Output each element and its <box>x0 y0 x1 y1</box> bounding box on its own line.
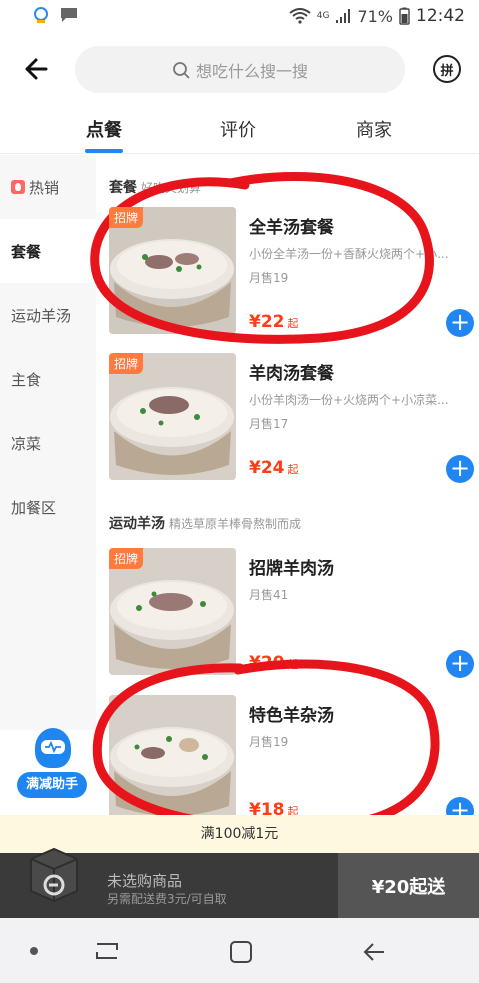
food-description: 小份全羊汤一份+香酥火烧两个+小... <box>249 247 449 261</box>
recent-apps-icon[interactable] <box>95 940 119 962</box>
fire-icon <box>11 180 25 194</box>
section-subtitle: 精选草原羊棒骨熬制而成 <box>169 517 302 531</box>
back-nav-icon[interactable] <box>362 940 386 964</box>
wifi-icon <box>289 8 311 24</box>
sidebar-item-label: 加餐区 <box>11 498 57 517</box>
category-sidebar: 热销 套餐 运动羊汤 主食 凉菜 加餐区 <box>0 155 96 730</box>
cart-bar: 未选购商品 另需配送费3元/可自取 ¥20起送 <box>0 847 479 918</box>
menu-item[interactable]: 招牌 全羊汤套餐 小份全羊汤一份+香酥火烧两个+小... 月售19 ¥22 起 + <box>109 207 474 337</box>
sidebar-item-mutton-soup[interactable]: 运动羊汤 <box>0 283 96 347</box>
tab-indicator <box>85 149 123 153</box>
signal-icon <box>336 9 351 23</box>
assistant-icon <box>34 7 48 23</box>
delivery-fee-note: 另需配送费3元/可自取 <box>107 892 227 906</box>
cart-status: 未选购商品 <box>107 872 183 890</box>
home-icon[interactable] <box>229 940 253 964</box>
sidebar-item-extras[interactable]: 加餐区 <box>0 475 96 539</box>
sidebar-item-label: 热销 <box>29 178 60 197</box>
status-bar: 4G 71% 12:42 <box>0 0 479 34</box>
food-name: 特色羊杂汤 <box>249 706 334 726</box>
sidebar-item-combo[interactable]: 套餐 <box>0 219 96 283</box>
back-arrow-icon[interactable] <box>22 54 52 84</box>
food-name: 全羊汤套餐 <box>249 218 334 238</box>
menu-list: 套餐 好吃又划算 招牌 全羊汤套餐 小份全羊汤一份+香酥火烧两个+小... 月售1… <box>96 155 479 815</box>
sidebar-item-label: 套餐 <box>11 242 42 261</box>
section-title: 套餐 <box>109 180 137 196</box>
helper-label: 满减助手 <box>17 772 87 798</box>
clock: 12:42 <box>416 6 465 26</box>
tab-merchant[interactable]: 商家 <box>356 116 392 142</box>
signature-badge: 招牌 <box>109 353 144 374</box>
monthly-sales: 月售19 <box>249 735 289 749</box>
network-type: 4G <box>316 11 330 21</box>
monthly-sales: 月售17 <box>249 417 289 431</box>
system-nav-bar <box>0 918 479 983</box>
search-placeholder: 想吃什么搜一搜 <box>195 61 308 81</box>
header: 想吃什么搜一搜 拼 <box>0 34 479 104</box>
food-photo[interactable] <box>109 695 236 815</box>
add-to-cart-button[interactable]: + <box>446 797 474 815</box>
battery-icon <box>399 7 410 25</box>
add-to-cart-button[interactable]: + <box>446 309 474 337</box>
menu-item[interactable]: 招牌 羊肉汤套餐 小份羊肉汤一份+火烧两个+小凉菜... 月售17 ¥24 起 + <box>109 353 474 483</box>
sidebar-item-cold-dishes[interactable]: 凉菜 <box>0 411 96 475</box>
food-name: 招牌羊肉汤 <box>249 559 334 579</box>
robot-icon <box>35 728 71 768</box>
soup-bowl-image <box>109 695 236 815</box>
search-icon <box>173 61 190 79</box>
food-photo[interactable]: 招牌 <box>109 207 236 334</box>
price: ¥22 起 <box>249 312 299 332</box>
signature-badge: 招牌 <box>109 548 144 569</box>
food-name: 羊肉汤套餐 <box>249 364 334 384</box>
section-subtitle: 好吃又划算 <box>141 181 202 195</box>
sidebar-item-label: 主食 <box>11 370 42 389</box>
signature-badge: 招牌 <box>109 207 144 228</box>
price: ¥24 起 <box>249 458 299 478</box>
tab-reviews[interactable]: 评价 <box>220 116 256 142</box>
section-header-combo: 套餐 好吃又划算 <box>109 177 201 197</box>
price: ¥20 起 <box>249 653 299 673</box>
battery-percent: 71% <box>357 6 393 26</box>
monthly-sales: 月售19 <box>249 271 289 285</box>
min-order-button[interactable]: ¥20起送 <box>338 853 479 918</box>
sidebar-item-label: 运动羊汤 <box>11 306 72 325</box>
menu-item[interactable]: 特色羊杂汤 月售19 ¥18 起 + <box>109 695 474 815</box>
food-photo[interactable]: 招牌 <box>109 353 236 480</box>
tab-bar: 点餐 评价 商家 <box>0 104 479 154</box>
add-to-cart-button[interactable]: + <box>446 455 474 483</box>
sidebar-item-label: 凉菜 <box>11 434 42 453</box>
section-title: 运动羊汤 <box>109 516 165 532</box>
nav-dot-icon[interactable] <box>30 947 38 955</box>
monthly-sales: 月售41 <box>249 588 289 602</box>
sidebar-item-staple[interactable]: 主食 <box>0 347 96 411</box>
food-description: 小份羊肉汤一份+火烧两个+小凉菜... <box>249 393 449 407</box>
discount-helper[interactable]: 满减助手 <box>17 728 87 800</box>
add-to-cart-button[interactable]: + <box>446 650 474 678</box>
section-header-mutton-soup: 运动羊汤 精选草原羊棒骨熬制而成 <box>109 513 301 533</box>
tab-order[interactable]: 点餐 <box>86 116 122 142</box>
food-photo[interactable]: 招牌 <box>109 548 236 675</box>
price: ¥18 起 <box>249 800 299 815</box>
sidebar-item-hot[interactable]: 热销 <box>0 155 96 219</box>
menu-item[interactable]: 招牌 招牌羊肉汤 月售41 ¥20 起 + <box>109 548 474 678</box>
search-input[interactable]: 想吃什么搜一搜 <box>75 46 405 93</box>
message-icon <box>61 8 77 22</box>
cart-box-icon[interactable] <box>25 841 83 903</box>
group-order-button[interactable]: 拼 <box>433 55 461 83</box>
